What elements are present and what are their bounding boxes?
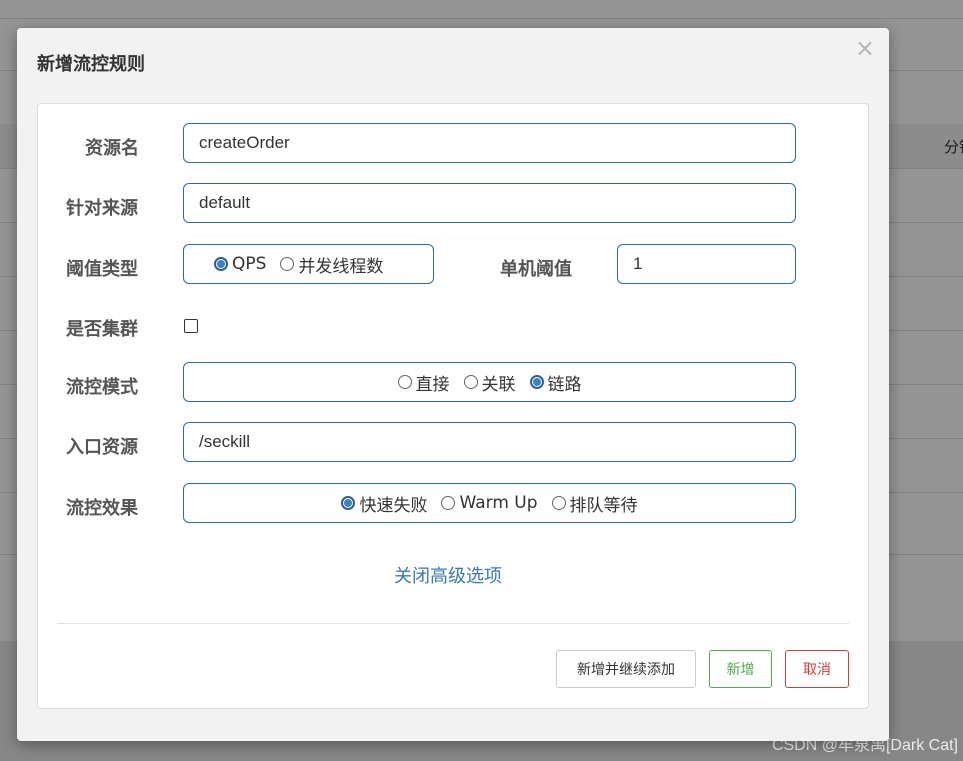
radio-label: 链路: [547, 374, 582, 395]
resource-name-input[interactable]: createOrder: [183, 123, 796, 163]
threshold-type-qps[interactable]: QPS: [214, 254, 266, 274]
flow-mode-chain[interactable]: 链路: [529, 370, 582, 395]
single-threshold-label: 单机阈值: [500, 259, 572, 280]
radio-checked-icon[interactable]: [529, 375, 544, 389]
threshold-type-group: QPS 并发线程数: [183, 244, 434, 284]
dialog-title: 新增流控规则: [37, 54, 145, 75]
control-effect-fail-fast[interactable]: 快速失败: [341, 491, 427, 516]
cancel-button[interactable]: 取消: [785, 650, 849, 688]
add-and-continue-button[interactable]: 新增并继续添加: [556, 650, 696, 688]
entry-resource-label: 入口资源: [66, 437, 138, 458]
control-effect-group: 快速失败 Warm Up 排队等待: [183, 483, 796, 523]
radio-unchecked-icon[interactable]: [280, 257, 295, 271]
radio-unchecked-icon[interactable]: [463, 375, 478, 389]
radio-label: Warm Up: [459, 493, 538, 513]
radio-label: QPS: [232, 254, 267, 274]
limit-app-label: 针对来源: [66, 198, 138, 219]
radio-checked-icon[interactable]: [214, 257, 228, 271]
radio-label: 排队等待: [569, 495, 638, 516]
radio-unchecked-icon[interactable]: [551, 496, 566, 510]
flow-mode-relate[interactable]: 关联: [463, 370, 516, 395]
radio-label: 直接: [415, 374, 450, 395]
cluster-checkbox[interactable]: [184, 319, 198, 333]
toggle-advanced-link[interactable]: 关闭高级选项: [394, 562, 502, 588]
cluster-label: 是否集群: [66, 319, 138, 340]
threshold-type-threads[interactable]: 并发线程数: [280, 252, 383, 277]
add-button[interactable]: 新增: [709, 650, 772, 688]
threshold-type-label: 阈值类型: [66, 259, 138, 280]
radio-label: 并发线程数: [298, 256, 384, 277]
radio-unchecked-icon[interactable]: [441, 496, 456, 510]
radio-checked-icon[interactable]: [341, 496, 356, 510]
limit-app-input[interactable]: default: [183, 183, 796, 223]
footer-divider: [57, 623, 849, 624]
entry-resource-input[interactable]: /seckill: [183, 422, 796, 462]
control-effect-queue[interactable]: 排队等待: [551, 491, 638, 516]
radio-label: 关联: [481, 374, 516, 395]
flow-mode-direct[interactable]: 直接: [397, 370, 450, 395]
radio-label: 快速失败: [359, 495, 428, 516]
control-effect-label: 流控效果: [66, 498, 138, 519]
flow-mode-label: 流控模式: [66, 377, 138, 398]
resource-name-label: 资源名: [85, 138, 139, 159]
single-threshold-input[interactable]: 1: [617, 244, 796, 284]
close-icon[interactable]: ×: [855, 36, 875, 60]
radio-unchecked-icon[interactable]: [397, 375, 412, 389]
flow-mode-group: 直接 关联 链路: [183, 362, 796, 402]
control-effect-warm-up[interactable]: Warm Up: [441, 493, 538, 513]
